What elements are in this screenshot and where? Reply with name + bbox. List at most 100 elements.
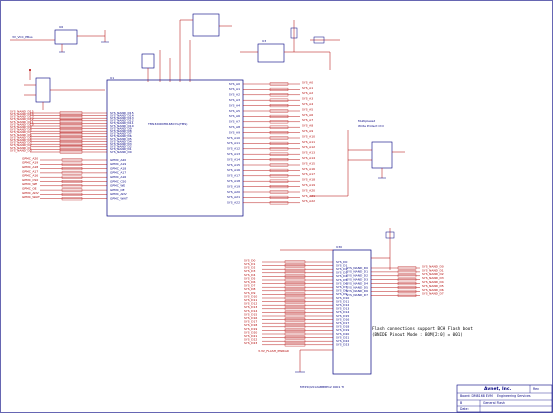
- flash-right-nets: SYS_NAND_D0SYS_NAND_D0SYS_NAND_D1SYS_NAN…: [346, 264, 444, 297]
- tb-size: B: [460, 401, 462, 405]
- net-row: SYS_D3 SYS_D3: [244, 269, 347, 274]
- net-label: SYS_A5: [302, 107, 313, 111]
- net-row: SYS_D12 SYS_D12: [244, 302, 349, 307]
- net-row: GPMC_CS0 GPMC_CS0: [22, 178, 126, 183]
- net-label: SYS_NAND_D7: [422, 292, 444, 296]
- flash-note-2: (BNIDE Pinout Mode : BOM[2:0] = 001): [372, 332, 463, 337]
- net-label: SYS_A10: [302, 134, 315, 138]
- net-row: SYS_D11 SYS_D11: [244, 298, 349, 303]
- pin-label: SYS_A5: [229, 109, 240, 113]
- net-row: SYS_D2 SYS_D2: [244, 266, 347, 271]
- net-row: SYS_D18 SYS_D18: [244, 323, 349, 328]
- net-label: SYS_A6: [302, 113, 313, 117]
- net-label: SYS_A18: [302, 178, 315, 182]
- pin-label: SYS_A9: [229, 130, 240, 134]
- net-row: GPMC_WAIT GPMC_WAIT: [22, 195, 128, 200]
- mcu-right-nets: SYS_A0SYS_A0SYS_A1SYS_A1SYS_A2SYS_A2SYS_…: [227, 80, 315, 204]
- net-row: SYS_D10 SYS_D10: [244, 294, 349, 299]
- net-label: SYS_A19: [302, 183, 315, 187]
- top-left-power: 3V_VCC_PBus U6: [10, 25, 109, 110]
- net-row: SYS_D16 SYS_D16: [244, 316, 349, 321]
- pin-label: SYS_A11: [227, 141, 240, 145]
- net-row: SYS_D4 SYS_D4: [244, 273, 347, 278]
- tb-date: Date:: [460, 407, 469, 411]
- mux-note-2: Write Protect Ctrl: [358, 124, 384, 128]
- net-label: SYS_A12: [302, 145, 315, 149]
- crystal-oscillator: [192, 13, 220, 37]
- pin-label: SYS_A3: [229, 98, 240, 102]
- net-row: SYS_A8 SYS_A8: [229, 124, 313, 129]
- net-row: SYS_D0 SYS_D0: [244, 258, 347, 263]
- net-label: GPMC_WAIT: [22, 195, 40, 199]
- reset-supervisor: [35, 77, 51, 103]
- net-row: SYS_A2 SYS_A2: [229, 91, 313, 96]
- net-label: SYS_A0: [302, 80, 313, 84]
- net-row: SYS_A0 SYS_A0: [229, 80, 313, 85]
- net-row: SYS_D20 SYS_D20: [244, 330, 349, 335]
- net-label: SYS_A1: [302, 86, 313, 90]
- pin-label: SYS_A7: [229, 120, 240, 124]
- net-row: SYS_D1 SYS_D1: [244, 262, 347, 267]
- net-label: SYS_A9: [302, 129, 313, 133]
- power-ic-ref: U3: [262, 39, 266, 43]
- flash-pwrgd-net: 3.3V_FLASH_PWRGD: [258, 349, 290, 353]
- ldo-ref: U6: [59, 25, 63, 29]
- net-label: SYS_A11: [302, 140, 315, 144]
- mcu-part-number: TMS320DM8168CYG(TMS): [147, 122, 187, 126]
- net-label: SYS_A16: [302, 167, 315, 171]
- pin-label: SYS_A0: [229, 82, 240, 86]
- net-row: SYS_D9 SYS_D9: [244, 291, 347, 296]
- flash-misc: 3.3V_FLASH_PWRGD Flash connections suppo…: [258, 228, 473, 373]
- net-label: SYS_A22: [302, 199, 315, 203]
- net-label: SYS_A7: [302, 118, 313, 122]
- tb-dept: Engineering Services: [497, 394, 531, 398]
- buffer-ic: [371, 141, 393, 169]
- net-row: SYS_A22 SYS_A22: [227, 199, 315, 204]
- pin-label: SYS_A21: [227, 195, 240, 199]
- net-row: SYS_D6 SYS_D6: [244, 280, 347, 285]
- net-row: SYS_A9 SYS_A9: [229, 129, 313, 134]
- net-label: SYS_A15: [302, 161, 315, 165]
- net-label: SYS_A2: [302, 91, 313, 95]
- pin-label: SYS_A20: [227, 190, 240, 194]
- pin-label: SYS_A22: [227, 201, 240, 205]
- pin-label: SYS_A1: [229, 87, 240, 91]
- net-row: SYS_A7 SYS_A7: [229, 118, 313, 123]
- net-row: SYS_D17 SYS_D17: [244, 320, 349, 325]
- mcu-left-nets: SYS_NAND_D15 SYS_NAND_D15SYS_NAND_D14 SYS_…: [10, 109, 134, 153]
- pin-label: SYS_A12: [227, 147, 240, 151]
- net-label: SYS_A8: [302, 124, 313, 128]
- net-label: SYS_A4: [302, 102, 313, 106]
- right-mid-ic: Multiplexed Write Protect Ctrl: [310, 119, 405, 197]
- mcu-ref: U1: [110, 76, 114, 80]
- ldo-regulator: [54, 29, 78, 45]
- net-row: SYS_A4 SYS_A4: [229, 102, 313, 107]
- flash-note-1: Flash connections support BCH Flash boot: [372, 326, 473, 331]
- net-row: SYS_D7 SYS_D7: [244, 284, 347, 289]
- net-row: SYS_D22 SYS_D22: [244, 338, 349, 343]
- net-label: SYS_D23: [244, 341, 257, 345]
- mux-note: Multiplexed: [358, 119, 375, 123]
- schematic-sheet: 3V_VCC_PBus U6 U3 U1 TMS320DM8168CYG(TMS…: [0, 0, 553, 413]
- net-row: SYS_D5 SYS_D5: [244, 276, 347, 281]
- net-row: SYS_D19 SYS_D19: [244, 327, 349, 332]
- net-row: SYS_A6 SYS_A6: [229, 113, 313, 118]
- net-row: SYS_A3 SYS_A3: [229, 97, 313, 102]
- net-label: SYS_A17: [302, 172, 315, 176]
- pin-label: SYS_A16: [227, 168, 240, 172]
- net-label: SYS_NAND_D0: [10, 148, 32, 152]
- pin-label: GPMC_WAIT: [110, 197, 128, 201]
- net-row: SYS_A5 SYS_A5: [229, 107, 313, 112]
- pin-label: SYS_A2: [229, 93, 240, 97]
- net-row: SYS_D15 SYS_D15: [244, 312, 349, 317]
- net-row: SYS_NAND_D7 SYS_NAND_D7: [346, 292, 444, 297]
- vcc-net-label: 3V_VCC_PBus: [12, 35, 33, 39]
- net-row: SYS_D21 SYS_D21: [244, 334, 349, 339]
- pin-label: SYS_A10: [227, 136, 240, 140]
- pin-label: SYS_A15: [227, 163, 240, 167]
- title-block: Avnet, Inc. Engineering Services Board: …: [456, 384, 553, 413]
- pin-label: SYS_A4: [229, 103, 240, 107]
- flash-part: MT25QL512ABB8E12 0001 TI: [300, 385, 344, 389]
- top-center-parts: [141, 13, 232, 82]
- flash-ref: U30: [336, 245, 342, 249]
